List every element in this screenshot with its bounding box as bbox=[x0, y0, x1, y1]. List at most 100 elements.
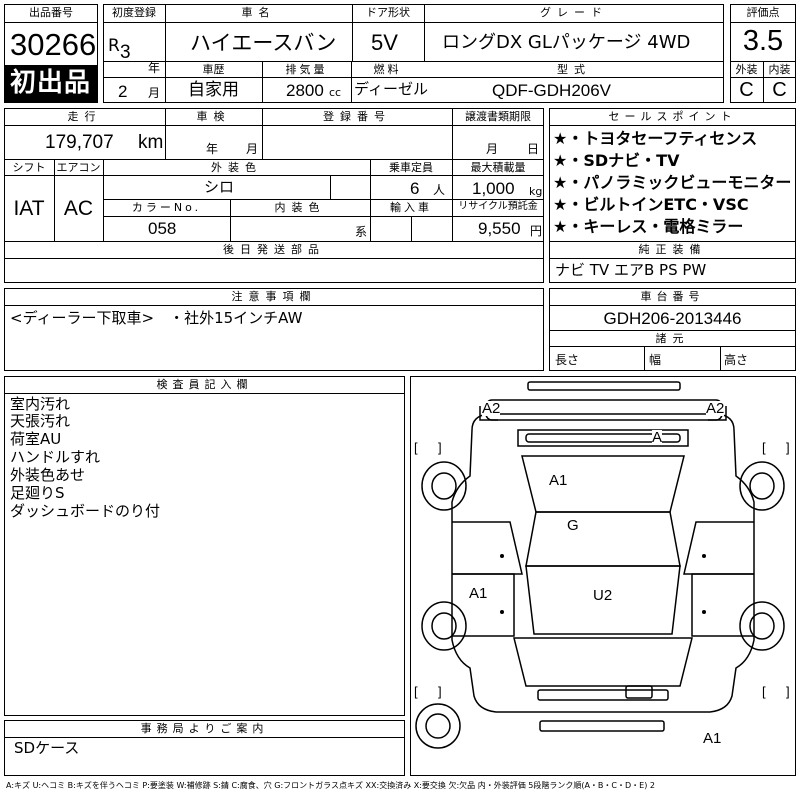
inspector-line: ハンドルすれ bbox=[10, 448, 101, 466]
displacement-label: 排気量 bbox=[285, 63, 328, 76]
year-unit: 年 bbox=[148, 61, 161, 75]
width-label: 幅 bbox=[649, 353, 662, 367]
lot-number: 30266 bbox=[10, 27, 97, 62]
genuine-equipment-label: 純正装備 bbox=[638, 243, 707, 256]
office-value: SDケース bbox=[14, 739, 80, 757]
capacity-value: 6 bbox=[410, 179, 420, 198]
recycle-label: リサイクル預託金 bbox=[458, 201, 538, 212]
car-diagram: [] [] [] [] bbox=[414, 381, 790, 749]
mileage-unit: km bbox=[138, 132, 164, 153]
damage-mark: A bbox=[652, 429, 663, 446]
shift-value: IAT bbox=[13, 197, 45, 220]
deadline-month-unit: 月 bbox=[486, 142, 499, 156]
car-name-value: ハイエースバン bbox=[190, 31, 337, 55]
first-registration-label: 初度登録 bbox=[112, 6, 156, 19]
deadline-day-unit: 日 bbox=[527, 142, 540, 156]
damage-mark: G bbox=[567, 517, 579, 534]
grade-label: グレード bbox=[540, 6, 608, 19]
registration-year: 3 bbox=[120, 42, 131, 63]
inspection-label: 車検 bbox=[196, 110, 231, 123]
inspector-line: 天張汚れ bbox=[10, 412, 71, 430]
inspector-line: 外装色あせ bbox=[10, 466, 86, 484]
capacity-label: 乗車定員 bbox=[389, 161, 433, 174]
displacement-unit: cc bbox=[329, 86, 342, 99]
svg-text:]: ] bbox=[786, 684, 790, 699]
registration-number-label: 登録番号 bbox=[323, 110, 391, 123]
door-label: ドア形状 bbox=[366, 6, 410, 19]
capacity-unit: 人 bbox=[433, 183, 446, 197]
mileage-label: 走行 bbox=[67, 110, 102, 123]
chassis-value: GDH206-2013446 bbox=[603, 309, 742, 328]
office-label: 事務局よりご案内 bbox=[140, 722, 269, 735]
door-value: 5V bbox=[371, 30, 398, 55]
inspector-line: 荷室AU bbox=[10, 430, 62, 448]
damage-mark: A2 bbox=[482, 400, 501, 417]
exterior-color-label: 外装色 bbox=[211, 161, 262, 174]
history-value: 自家用 bbox=[188, 80, 239, 100]
month-unit: 月 bbox=[148, 86, 161, 100]
mileage-value: 179,707 bbox=[45, 132, 114, 153]
color-no-value: 058 bbox=[148, 219, 177, 238]
model-code-value: QDF-GDH206V bbox=[492, 81, 612, 100]
svg-text:]: ] bbox=[438, 684, 442, 699]
height-label: 高さ bbox=[724, 353, 749, 367]
dimensions-label: 諸元 bbox=[655, 332, 690, 345]
first-listing-label: 初出品 bbox=[10, 68, 92, 98]
svg-text:]: ] bbox=[438, 440, 442, 455]
inspector-line: 室内汚れ bbox=[10, 395, 71, 413]
grade-value: ロングDX GLパッケージ 4WD bbox=[442, 32, 691, 53]
sales-points-label: セールスポイント bbox=[608, 110, 737, 123]
svg-text:[: [ bbox=[762, 684, 766, 699]
max-load-unit: kg bbox=[529, 185, 543, 198]
exterior-grade-value: C bbox=[739, 79, 754, 101]
sales-point-item: ★・キーレス・電格ミラー bbox=[553, 217, 744, 236]
damage-mark: A2 bbox=[706, 400, 725, 417]
length-label: 長さ bbox=[555, 353, 580, 367]
registration-month: 2 bbox=[118, 82, 128, 101]
exterior-grade-label: 外装 bbox=[735, 63, 758, 76]
aircon-label: エアコン bbox=[56, 161, 101, 174]
car-name-label: 車名 bbox=[241, 6, 276, 19]
sales-point-item: ★・トヨタセーフティセンス bbox=[553, 129, 758, 148]
interior-grade-value: C bbox=[772, 79, 787, 101]
sales-point-item: ★・パノラミックビューモニター bbox=[553, 173, 792, 192]
svg-text:[: [ bbox=[762, 440, 766, 455]
recycle-unit: 円 bbox=[530, 224, 543, 238]
interior-grade-label: 内装 bbox=[768, 63, 791, 76]
damage-mark: U2 bbox=[593, 587, 613, 604]
aircon-value: AC bbox=[63, 197, 94, 220]
score-value: 3.5 bbox=[742, 25, 784, 57]
max-load-label: 最大積載量 bbox=[470, 161, 526, 174]
svg-text:]: ] bbox=[786, 440, 790, 455]
color-no-label: カラーNo. bbox=[131, 201, 202, 214]
exterior-color-value: シロ bbox=[204, 178, 235, 196]
genuine-equipment-value: ナビ TV エアB PS PW bbox=[555, 261, 707, 279]
svg-text:[: [ bbox=[414, 684, 418, 699]
legend: A:キズ U:ヘコミ B:キズを伴うヘコミ P:要塗装 W:補修跡 S:錆 C:… bbox=[6, 781, 655, 790]
fuel-label: 燃料 bbox=[373, 63, 402, 76]
max-load-value: 1,000 bbox=[472, 179, 515, 198]
inspector-label: 検査員記入欄 bbox=[156, 378, 253, 391]
shift-label: シフト bbox=[12, 161, 46, 174]
history-label: 車歴 bbox=[202, 63, 225, 76]
inspector-line: ダッシュボードのり付 bbox=[10, 502, 161, 520]
model-code-label: 型式 bbox=[557, 63, 591, 76]
registration-era: R bbox=[108, 36, 120, 56]
interior-color-unit: 系 bbox=[355, 225, 368, 239]
svg-text:[: [ bbox=[414, 440, 418, 455]
fuel-value: ディーゼル bbox=[354, 80, 428, 98]
sales-point-item: ★・SDナビ・TV bbox=[553, 151, 680, 170]
displacement-value: 2800 bbox=[286, 81, 324, 100]
inspection-year-unit: 年 bbox=[206, 142, 219, 156]
interior-color-label: 内装色 bbox=[274, 201, 326, 214]
transfer-deadline-label: 譲渡書類期限 bbox=[465, 110, 531, 123]
inspector-line: 足廻りS bbox=[10, 484, 65, 502]
recycle-value: 9,550 bbox=[478, 219, 521, 238]
score-label: 評価点 bbox=[746, 6, 780, 19]
damage-mark: A1 bbox=[549, 472, 568, 489]
notes-value: <ディーラー下取車> ・社外15インチAW bbox=[10, 309, 303, 327]
lot-label: 出品番号 bbox=[29, 6, 73, 19]
import-label: 輸入車 bbox=[390, 201, 432, 214]
inspection-month-unit: 月 bbox=[246, 142, 259, 156]
sales-point-item: ★・ビルトインETC・VSC bbox=[553, 195, 749, 214]
